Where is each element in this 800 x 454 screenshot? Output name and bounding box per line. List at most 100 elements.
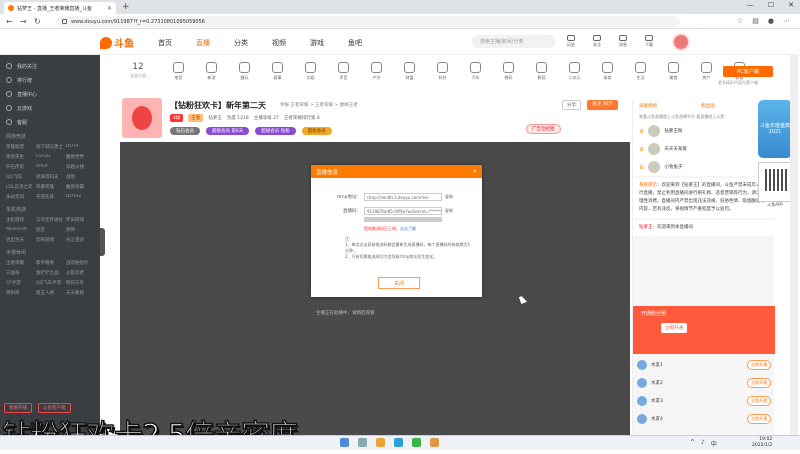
app-icon[interactable] — [430, 438, 439, 447]
sidebar-link[interactable]: 和平精英 — [36, 260, 64, 266]
sidebar-link[interactable]: 穿越火线 — [66, 164, 94, 170]
category-item[interactable]: 声音 — [327, 62, 360, 81]
category-item[interactable]: 户外 — [360, 62, 393, 81]
category-item[interactable]: 汽车 — [459, 62, 492, 81]
search-icon[interactable] — [358, 438, 367, 447]
sidebar-link[interactable]: 主机游戏 — [6, 217, 34, 223]
rtmp-field[interactable]: rtmp://sendtc3.douyu.com/live — [364, 193, 442, 201]
promo-badge[interactable]: 广告位招租 — [526, 124, 561, 134]
pc-client-button[interactable]: PC客户端 — [723, 66, 773, 77]
tab-close-icon[interactable]: ✕ — [107, 5, 112, 12]
browser-tab[interactable]: 钻萝王 - 直播_王者荣耀直播_斗鱼 ✕ — [4, 2, 116, 14]
category-item[interactable]: 赛事 — [261, 62, 294, 81]
annual-event-banner[interactable]: 斗鱼年度盛典 2021 — [758, 100, 792, 158]
reload-icon[interactable]: ↻ — [34, 17, 41, 26]
maximize-button[interactable]: ☐ — [768, 1, 774, 9]
sidebar-link[interactable]: LOL云顶之弈 — [6, 184, 34, 190]
nav-category[interactable]: 分类 — [234, 38, 248, 48]
user-avatar[interactable] — [672, 33, 690, 51]
category-item[interactable]: 新游 — [195, 62, 228, 81]
all-categories-button[interactable]: 12 全部分类 — [118, 62, 158, 79]
sidebar-link[interactable]: 天天象棋 — [66, 290, 94, 296]
taskbar-clock[interactable]: 19:02 2022/1/2 — [752, 437, 772, 449]
category-item[interactable]: 科技 — [426, 62, 459, 81]
rank-item[interactable]: ♛ 天天天某爱 — [633, 140, 774, 158]
close-window-button[interactable]: ✕ — [788, 1, 794, 9]
rank-item[interactable]: ♛ 小兔兔子 — [633, 158, 774, 176]
profile-icon[interactable]: ● — [768, 17, 774, 25]
share-button[interactable]: 分享 — [562, 100, 581, 110]
sidebar-link[interactable]: 魔兽争霸 — [66, 184, 94, 190]
badge-pill[interactable]: 超级会员 钻粉 — [255, 127, 296, 135]
forward-icon[interactable]: → — [20, 17, 27, 26]
copy-rtmp-button[interactable]: 复制 — [445, 194, 453, 200]
sidebar-collapse-handle[interactable] — [100, 228, 105, 256]
category-item[interactable]: 电竞 — [162, 62, 195, 81]
minimize-button[interactable]: — — [747, 1, 754, 9]
sidebar-link[interactable]: 炉石传说 — [6, 164, 34, 170]
tray-expand-icon[interactable]: ^ — [690, 439, 695, 448]
open-button[interactable]: 立即开通 — [747, 396, 771, 406]
url-input[interactable]: www.douyu.com/911987?f_r=0.2731080109505… — [56, 16, 680, 27]
sidebar-link[interactable]: 金铲铲之战 — [36, 270, 64, 276]
nav-games[interactable]: 游戏 — [310, 38, 324, 48]
sidebar-link[interactable]: 恐怖游戏 — [36, 237, 64, 243]
site-logo[interactable]: 斗鱼 — [100, 35, 134, 50]
download-button[interactable]: 下载 — [644, 35, 654, 48]
tab-weekly[interactable]: 贡献周榜 — [639, 103, 657, 109]
category-item[interactable]: 体育 — [591, 62, 624, 81]
message-button[interactable]: 消息 — [618, 35, 628, 48]
sidebar-link[interactable]: CS:GO — [36, 154, 64, 160]
sidebar-link[interactable]: 逃离塔科夫 — [36, 174, 64, 180]
rank-text[interactable]: 王者荣耀排行第 8 — [284, 115, 320, 121]
nav-yuba[interactable]: 鱼吧 — [348, 38, 362, 48]
sidebar-link[interactable]: DOTA — [66, 144, 94, 150]
open-button[interactable]: 立即开通 — [747, 360, 771, 370]
streamer-avatar[interactable] — [122, 98, 162, 138]
sidebar-link[interactable]: 逃出生天 — [6, 237, 34, 243]
fans-open-button[interactable]: 立即开通 — [661, 323, 687, 333]
category-item[interactable]: 数码 — [492, 62, 525, 81]
sidebar-item-rank[interactable]: 排行榜 — [0, 73, 100, 87]
sidebar-link[interactable]: 王者荣耀 — [6, 260, 34, 266]
sidebar-link[interactable]: 第五人格 — [36, 290, 64, 296]
category-item[interactable]: 影视 — [525, 62, 558, 81]
sidebar-link[interactable]: APEX — [36, 164, 64, 170]
sidebar-link[interactable]: 绝地求生 — [6, 154, 34, 160]
category-item[interactable]: 美食 — [657, 62, 690, 81]
stream-code-field[interactable]: 911987lbr85r3lfRw?wsSecret=*************… — [364, 207, 442, 215]
sidebar-link[interactable]: QQ飞车手游 — [36, 280, 64, 286]
follow-button[interactable]: 关注 38万 — [587, 100, 618, 110]
sidebar-item-center[interactable]: 直播中心 — [0, 87, 100, 101]
category-item[interactable]: 二次元 — [558, 62, 591, 81]
sidebar-link[interactable]: 战双帕弥什 — [66, 260, 94, 266]
nav-home[interactable]: 首页 — [158, 38, 172, 48]
sidebar-link[interactable]: 火影忍者 — [66, 270, 94, 276]
history-button[interactable]: 历史 — [566, 35, 576, 48]
sidebar-item-follow[interactable]: 我的关注 — [0, 59, 100, 73]
close-button[interactable]: 关闭 — [378, 277, 420, 289]
copy-code-button[interactable]: 复制 — [445, 208, 453, 214]
page-scrollbar[interactable] — [790, 55, 798, 435]
star-icon[interactable]: ☆ — [737, 17, 743, 25]
more-icon[interactable]: ⋯ — [783, 17, 790, 25]
volume-icon[interactable]: ♪ — [701, 439, 705, 448]
streamer-name[interactable]: 钻萝王 — [208, 115, 222, 121]
follow-button[interactable]: 关注 — [592, 35, 602, 48]
sidebar-link[interactable]: 战地 — [66, 174, 94, 180]
tab-fans[interactable]: 粉丝团 — [701, 103, 715, 109]
ime-icon[interactable]: 中 — [711, 439, 717, 448]
chat-user[interactable]: 系统提示 — [639, 183, 657, 188]
sidebar-item-service[interactable]: 客服 — [0, 115, 100, 129]
badge-pill[interactable]: 钻石会员 — [170, 127, 200, 135]
sidebar-link[interactable]: 怀旧游戏 — [66, 217, 94, 223]
sidebar-link[interactable]: 守望先锋 — [36, 194, 64, 200]
windows-start-icon[interactable] — [340, 438, 349, 447]
sidebar-item-cloud[interactable]: 云游戏 — [0, 101, 100, 115]
sidebar-link[interactable]: 魔兽世界 — [66, 154, 94, 160]
sidebar-link[interactable]: QQ飞车 — [6, 174, 34, 180]
search-input[interactable]: 搜索主播/房间/分类 — [472, 35, 556, 48]
sidebar-link[interactable]: 风暴英雄 — [36, 184, 64, 190]
sidebar-link[interactable]: DOTA2 — [66, 194, 94, 200]
file-explorer-icon[interactable] — [376, 438, 385, 447]
